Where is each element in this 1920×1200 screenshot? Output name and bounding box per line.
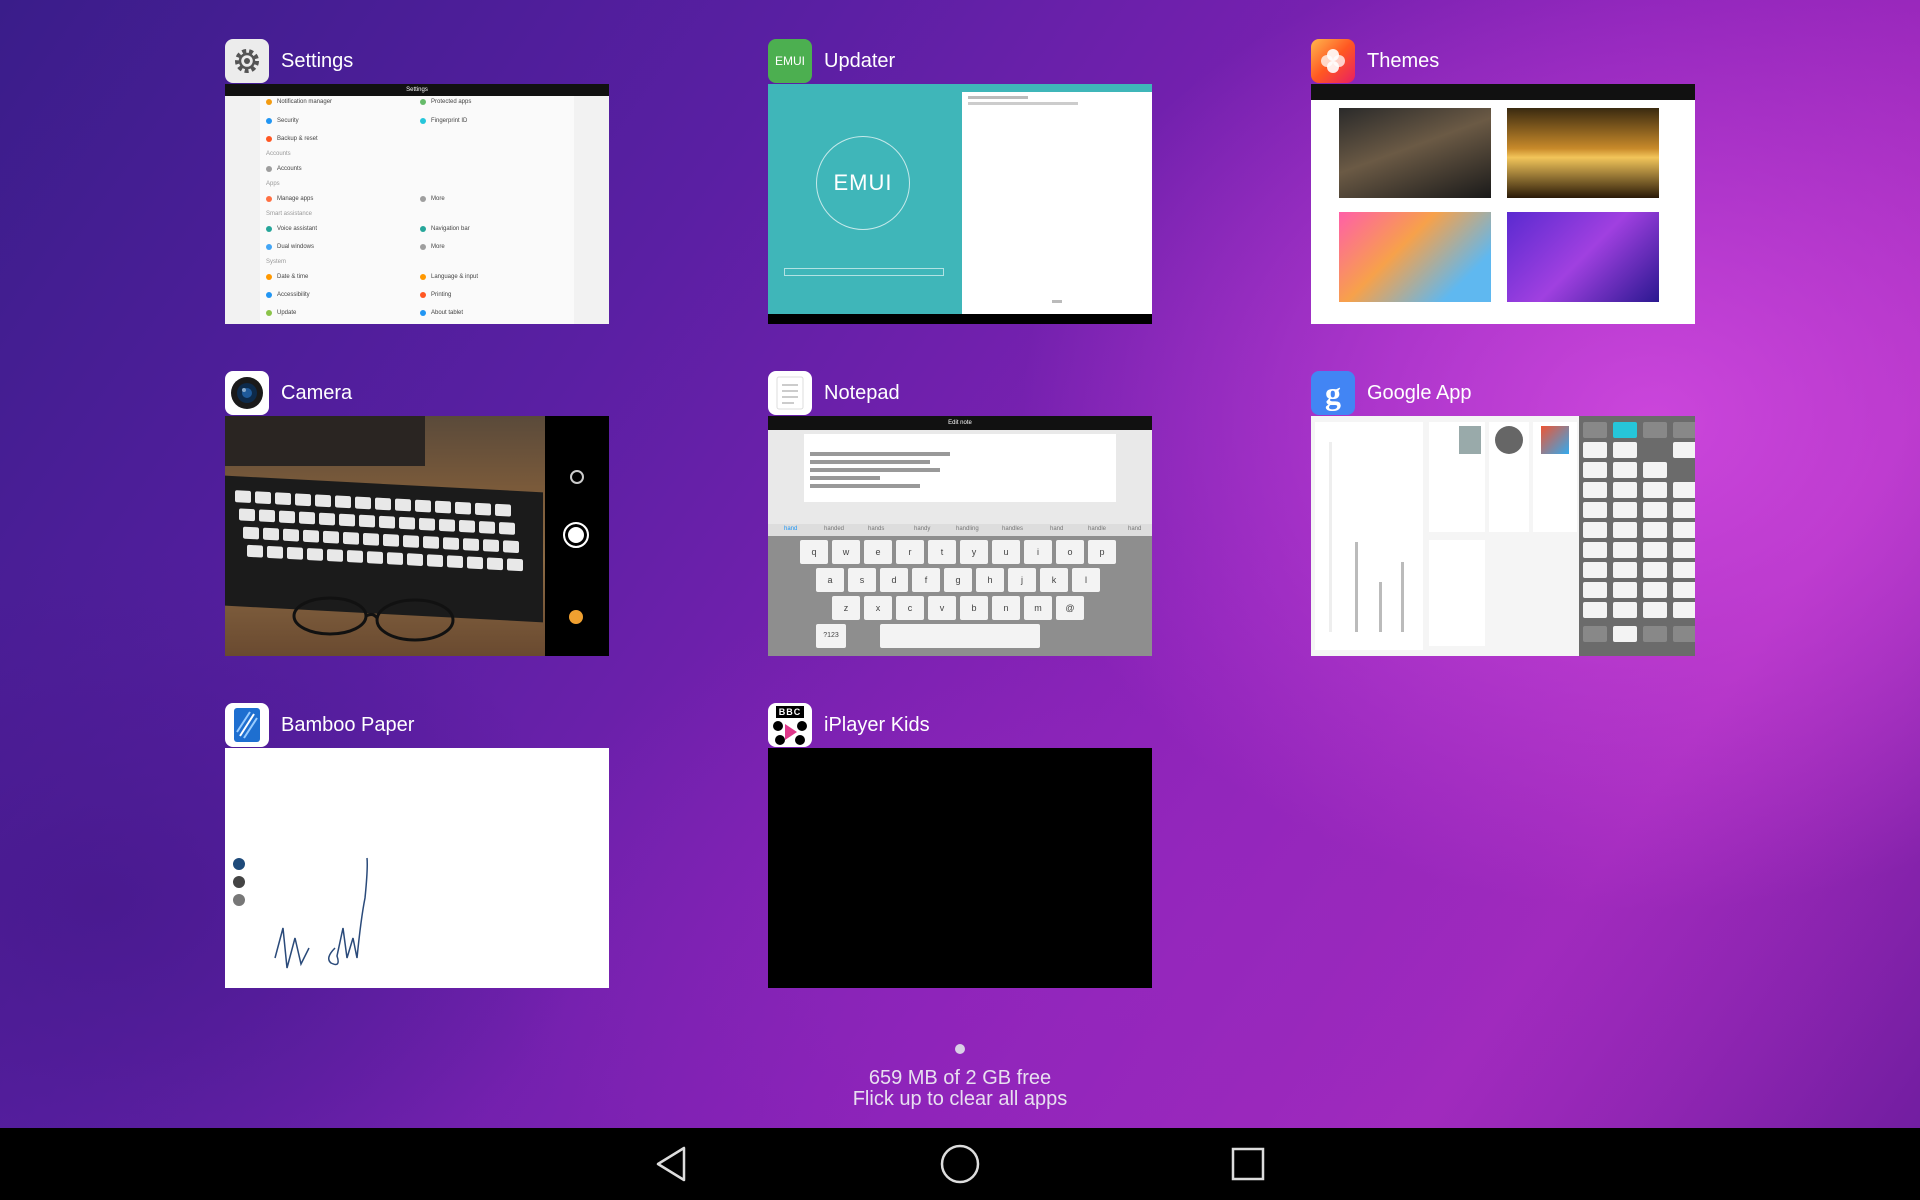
iplayer-kids-icon: BBC	[768, 703, 812, 747]
settings-section: System	[266, 259, 287, 265]
back-triangle-icon	[656, 1146, 686, 1182]
settings-row: Accessibility	[266, 290, 310, 300]
pen-tool-icon	[233, 876, 245, 888]
app-title: Google App	[1367, 381, 1472, 404]
news-card	[1489, 422, 1529, 532]
shutter-icon	[563, 522, 589, 548]
settings-row: Navigation bar	[420, 224, 470, 234]
page-indicator-dot	[955, 1044, 965, 1054]
settings-gear-icon	[225, 39, 269, 83]
task-card-bamboo-paper[interactable]: Bamboo Paper	[225, 702, 609, 988]
settings-section: Smart assistance	[266, 211, 313, 217]
settings-row: Update	[266, 308, 296, 318]
settings-row: Date & time	[266, 272, 308, 282]
settings-row: Printing	[420, 290, 451, 300]
memory-status: 659 MB of 2 GB free	[868, 1067, 1052, 1089]
app-title: Settings	[281, 49, 354, 72]
pen-color-icon	[233, 858, 245, 870]
app-thumbnail[interactable]	[1311, 84, 1695, 324]
themes-flower-icon	[1311, 39, 1355, 83]
clear-hint: Flick up to clear all apps	[852, 1088, 1068, 1110]
app-title: Themes	[1367, 49, 1440, 72]
google-app-icon: g	[1311, 371, 1355, 415]
updater-emui-icon: EMUI	[768, 39, 812, 83]
camera-lens-icon	[225, 371, 269, 415]
settings-row: Fingerprint ID	[420, 116, 467, 126]
back-button[interactable]	[636, 1128, 708, 1200]
emui-logo: EMUI	[816, 136, 910, 230]
settings-row: Notification manager	[266, 97, 332, 107]
settings-row: Security	[266, 116, 299, 126]
recents-square-icon	[1231, 1147, 1265, 1181]
app-thumbnail[interactable]: Settings Notification manager Security B…	[225, 84, 609, 324]
theme-preview	[1339, 108, 1491, 198]
task-card-google-app[interactable]: g Google App	[1311, 370, 1695, 656]
handwriting-strokes	[274, 857, 368, 969]
camera-settings-icon	[570, 470, 584, 484]
task-card-iplayer-kids[interactable]: BBC iPlayer Kids	[768, 702, 1152, 988]
task-card-notepad[interactable]: Notepad Edit note hand handed hands hand…	[768, 370, 1152, 656]
home-circle-icon	[940, 1144, 980, 1184]
notepad-icon	[768, 371, 812, 415]
updater-detail-panel	[962, 92, 1152, 314]
camera-controls	[545, 416, 609, 656]
news-card	[1429, 422, 1485, 532]
settings-row: Protected apps	[420, 97, 471, 107]
recents-button[interactable]	[1212, 1128, 1284, 1200]
app-thumbnail[interactable]	[225, 416, 609, 656]
soft-keyboard: q w e r t y u i o p a s d f g h j k l z …	[768, 536, 1152, 656]
settings-row: Language & input	[420, 272, 478, 282]
app-title: Updater	[824, 49, 896, 72]
settings-row: Manage apps	[266, 194, 313, 204]
settings-row: Backup & reset	[266, 134, 318, 144]
google-keyboard	[1579, 416, 1695, 656]
thumb-title: Settings	[225, 84, 609, 96]
settings-row: Voice assistant	[266, 224, 317, 234]
app-title: iPlayer Kids	[824, 713, 930, 736]
navigation-bar	[0, 1128, 1920, 1200]
theme-preview	[1507, 108, 1659, 198]
app-thumbnail[interactable]: Edit note hand handed hands handy handli…	[768, 416, 1152, 656]
app-title: Camera	[281, 381, 353, 404]
task-card-updater[interactable]: EMUI Updater EMUI	[768, 38, 1152, 324]
news-card	[1533, 422, 1577, 532]
check-updates-button	[784, 268, 944, 276]
bamboo-paper-icon	[225, 703, 269, 747]
task-card-settings[interactable]: Settings Settings Notification manager S…	[225, 38, 609, 324]
settings-row: More	[420, 242, 445, 252]
app-thumbnail[interactable]	[1311, 416, 1695, 656]
settings-row: About tablet	[420, 308, 463, 318]
note-content	[804, 434, 1116, 502]
eraser-tool-icon	[233, 894, 245, 906]
task-card-themes[interactable]: Themes	[1311, 38, 1695, 324]
glasses-photo	[292, 596, 455, 642]
app-title: Notepad	[824, 381, 900, 404]
settings-row: Accounts	[266, 164, 302, 174]
thumb-title: Edit note	[768, 416, 1152, 430]
settings-row: More	[420, 194, 445, 204]
settings-section: Accounts	[266, 151, 291, 157]
filter-icon	[569, 610, 583, 624]
theme-preview	[1339, 212, 1491, 302]
app-thumbnail[interactable]	[768, 748, 1152, 988]
app-title: Bamboo Paper	[281, 713, 415, 736]
settings-row: Dual windows	[266, 242, 314, 252]
app-thumbnail[interactable]	[225, 748, 609, 988]
suggestion-strip: hand handed hands handy handling handles…	[768, 524, 1152, 536]
theme-preview	[1507, 212, 1659, 302]
news-card	[1429, 540, 1485, 646]
task-card-camera[interactable]: Camera	[225, 370, 609, 656]
settings-section: Apps	[266, 181, 280, 187]
search-history-column	[1315, 422, 1423, 650]
app-thumbnail[interactable]: EMUI	[768, 84, 1152, 324]
home-button[interactable]	[924, 1128, 996, 1200]
